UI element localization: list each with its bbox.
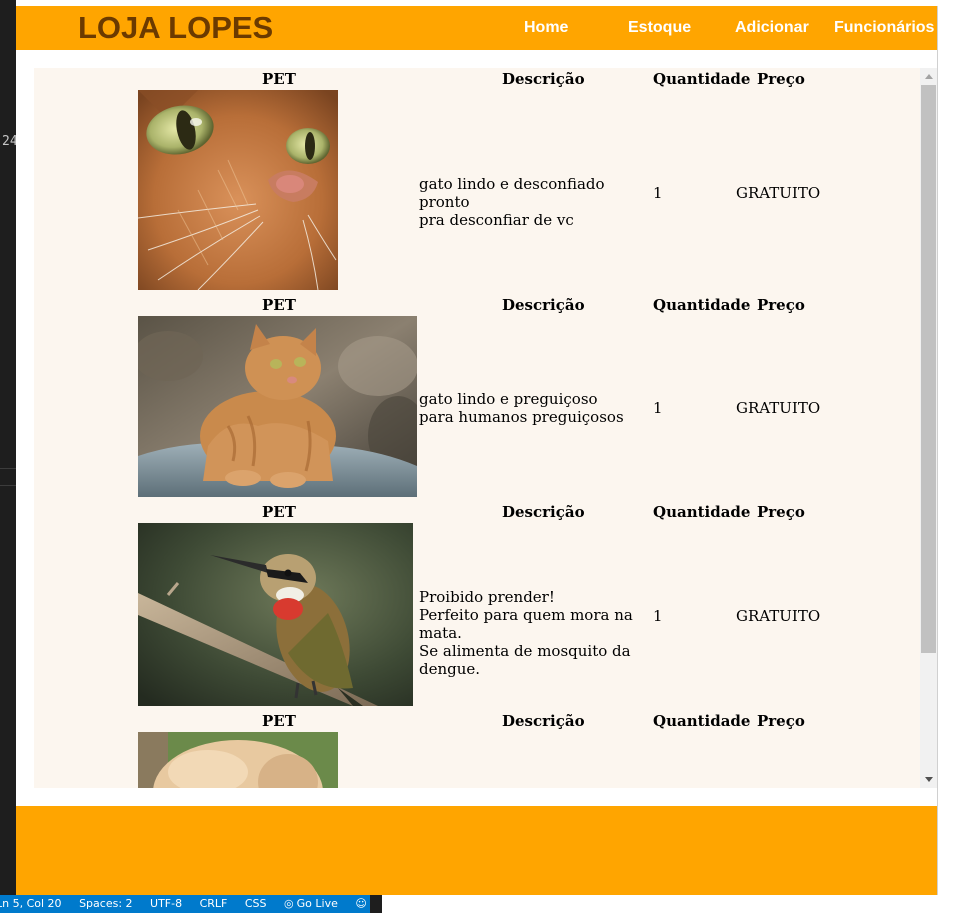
product-quantity: 1 xyxy=(653,607,663,625)
product-block: PET Descrição Quantidade Preço xyxy=(34,294,920,501)
header-pet: PET xyxy=(262,70,296,88)
content-scrollbar[interactable] xyxy=(920,68,937,788)
product-price: GRATUITO xyxy=(736,607,821,625)
scroll-thumb[interactable] xyxy=(921,85,936,653)
header-price: Preço xyxy=(757,296,805,314)
table-header-row: PET Descrição Quantidade Preço xyxy=(34,68,920,90)
table-header-row: PET Descrição Quantidade Preço xyxy=(34,710,920,732)
description-line: gato lindo e desconfiado pronto xyxy=(419,175,605,211)
status-line-ending[interactable]: CRLF xyxy=(200,897,228,910)
product-description: Proibido prender! Perfeito para quem mor… xyxy=(419,588,659,678)
header-price: Preço xyxy=(757,503,805,521)
product-quantity: 1 xyxy=(653,399,663,417)
statusbar-gap xyxy=(370,895,382,913)
table-row: Proibido prender! Perfeito para quem mor… xyxy=(34,523,920,710)
navbar: LOJA LOPES Home Estoque Adicionar Funcio… xyxy=(16,6,937,50)
table-row: gato lindo e preguiçoso para humanos pre… xyxy=(34,316,920,501)
scroll-up-arrow-icon[interactable] xyxy=(920,68,937,85)
product-block: PET Descrição Quantidade Preço xyxy=(34,501,920,710)
header-pet: PET xyxy=(262,712,296,730)
editor-statusbar: Ln 5, Col 20 Spaces: 2 UTF-8 CRLF CSS ◎ G… xyxy=(0,895,382,913)
go-live-label: Go Live xyxy=(296,897,338,910)
bird-bee-eater-photo xyxy=(138,523,413,706)
description-line: gato lindo e preguiçoso xyxy=(419,390,598,408)
table-row xyxy=(34,732,920,788)
browser-viewport: LOJA LOPES Home Estoque Adicionar Funcio… xyxy=(16,6,938,895)
product-description: gato lindo e preguiçoso para humanos pre… xyxy=(419,390,649,426)
dog-photo xyxy=(138,732,338,788)
product-table: PET Descrição Quantidade Preço gato lind… xyxy=(34,68,920,788)
nav-funcionarios[interactable]: Funcionários xyxy=(834,6,934,50)
broadcast-icon: ◎ xyxy=(284,897,294,910)
header-quantity: Quantidade xyxy=(653,296,751,314)
status-language[interactable]: CSS xyxy=(245,897,267,910)
description-line: para humanos preguiçosos xyxy=(419,408,624,426)
table-row: gato lindo e desconfiado pronto pra desc… xyxy=(34,90,920,294)
status-go-live[interactable]: ◎ Go Live xyxy=(284,897,338,910)
status-encoding[interactable]: UTF-8 xyxy=(150,897,182,910)
status-indentation[interactable]: Spaces: 2 xyxy=(79,897,132,910)
description-line: Se alimenta de mosquito da dengue. xyxy=(419,642,631,678)
header-quantity: Quantidade xyxy=(653,712,751,730)
product-block: PET Descrição Quantidade Preço xyxy=(34,68,920,294)
table-header-row: PET Descrição Quantidade Preço xyxy=(34,294,920,316)
product-description: gato lindo e desconfiado pronto pra desc… xyxy=(419,175,649,229)
product-price: GRATUITO xyxy=(736,399,821,417)
cat-sitting-photo xyxy=(138,316,417,497)
header-description: Descrição xyxy=(502,712,585,730)
header-description: Descrição xyxy=(502,296,585,314)
feedback-icon[interactable]: ☺ xyxy=(355,897,366,910)
scroll-down-arrow-icon[interactable] xyxy=(920,771,937,788)
brand-logo[interactable]: LOJA LOPES xyxy=(78,10,273,46)
editor-divider xyxy=(0,468,16,486)
header-pet: PET xyxy=(262,503,296,521)
header-price: Preço xyxy=(757,70,805,88)
stock-content: PET Descrição Quantidade Preço gato lind… xyxy=(34,68,920,788)
description-line: pra desconfiar de vc xyxy=(419,211,574,229)
product-quantity: 1 xyxy=(653,184,663,202)
cat-closeup-photo xyxy=(138,90,338,290)
description-line: Perfeito para quem mora na mata. xyxy=(419,606,633,642)
nav-adicionar[interactable]: Adicionar xyxy=(735,6,809,50)
header-description: Descrição xyxy=(502,70,585,88)
header-quantity: Quantidade xyxy=(653,503,751,521)
header-pet: PET xyxy=(262,296,296,314)
nav-home[interactable]: Home xyxy=(524,6,568,50)
nav-estoque[interactable]: Estoque xyxy=(628,6,691,50)
table-header-row: PET Descrição Quantidade Preço xyxy=(34,501,920,523)
status-cursor-position[interactable]: Ln 5, Col 20 xyxy=(0,897,62,910)
header-quantity: Quantidade xyxy=(653,70,751,88)
footer xyxy=(16,806,937,895)
product-price: GRATUITO xyxy=(736,184,821,202)
description-line: Proibido prender! xyxy=(419,588,555,606)
header-price: Preço xyxy=(757,712,805,730)
product-block: PET Descrição Quantidade Preço xyxy=(34,710,920,788)
header-description: Descrição xyxy=(502,503,585,521)
